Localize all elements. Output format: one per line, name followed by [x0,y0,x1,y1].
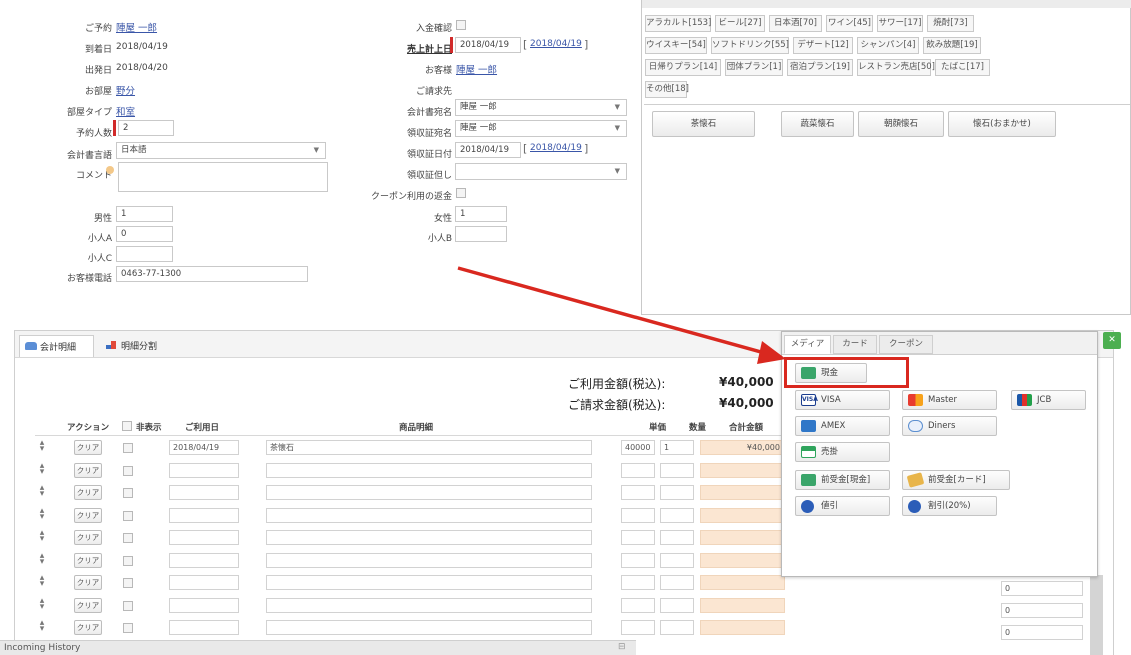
annotation-arrow [457,266,786,364]
